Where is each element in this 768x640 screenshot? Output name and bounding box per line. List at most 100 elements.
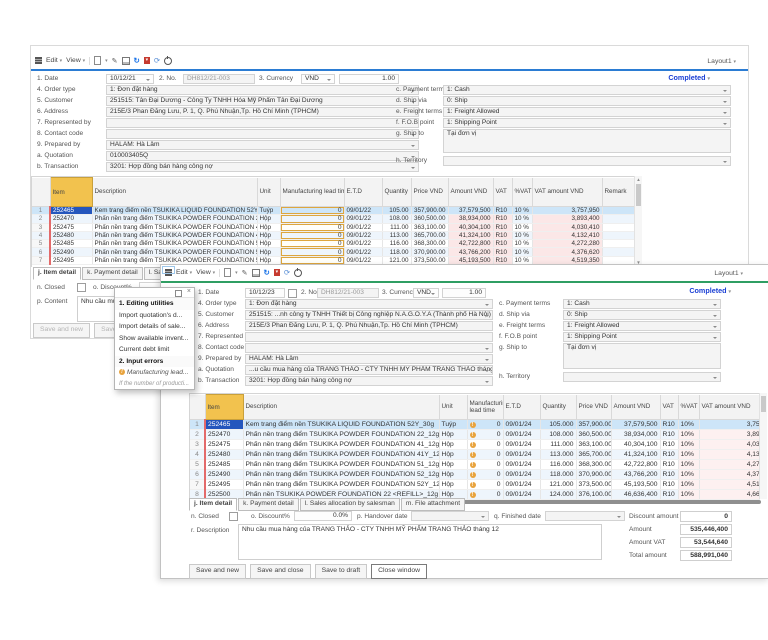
tab-j-item-detail[interactable]: j. Item detail bbox=[189, 498, 237, 511]
column-header[interactable]: Remark bbox=[602, 178, 635, 207]
grid-cell[interactable]: 09/01/22 bbox=[344, 223, 382, 231]
row-number-cell[interactable]: 6 bbox=[32, 248, 50, 256]
column-header[interactable]: Manufacturing lead time bbox=[467, 395, 503, 420]
grid-cell[interactable]: 4,272,280 bbox=[532, 240, 602, 248]
export-pdf-icon[interactable]: ▾ bbox=[274, 269, 280, 276]
view-menu[interactable]: View ▾ bbox=[66, 57, 85, 64]
grid-cell[interactable]: !0 bbox=[467, 430, 503, 440]
document-no-input[interactable]: DH812/21-003 bbox=[317, 288, 379, 298]
form-field-input[interactable]: 215E/3 Phan Đăng Lưu, P. 1, Q. Phú Nhuận… bbox=[245, 321, 493, 331]
grid-cell[interactable]: 252465 bbox=[50, 207, 92, 215]
edit-pencil-icon[interactable]: ✎ bbox=[112, 57, 118, 65]
export-pdf-icon[interactable]: ▾ bbox=[144, 57, 150, 64]
grid-cell[interactable] bbox=[602, 207, 635, 215]
row-number-cell[interactable]: 5 bbox=[190, 460, 205, 470]
new-document-caret[interactable]: ▾ bbox=[105, 58, 108, 64]
grid-cell[interactable]: Phấn nền trang điểm TSUKIKA POWDER FOUND… bbox=[92, 223, 257, 231]
grid-cell[interactable]: 09/01/22 bbox=[344, 248, 382, 256]
grid-cell[interactable]: 09/01/24 bbox=[503, 430, 540, 440]
close-window-button[interactable]: Close window bbox=[371, 564, 427, 579]
row-number-cell[interactable]: 7 bbox=[32, 256, 50, 264]
date-input[interactable]: 10/12/21 bbox=[106, 74, 154, 84]
grid-cell[interactable]: 09/01/24 bbox=[503, 470, 540, 480]
grid-cell[interactable]: Hộp bbox=[439, 460, 467, 470]
layout-selector[interactable]: Layout1 ▾ bbox=[714, 270, 743, 277]
column-header[interactable]: Quantity bbox=[540, 395, 576, 420]
column-header[interactable]: E.T.D bbox=[503, 395, 540, 420]
save-and-new-button[interactable]: Save and new bbox=[33, 323, 90, 338]
grid-cell[interactable]: Phấn nền trang điểm TSUKIKA POWDER FOUND… bbox=[92, 231, 257, 239]
save-icon[interactable] bbox=[252, 269, 260, 277]
grid-cell[interactable]: 3,893,400 bbox=[699, 430, 760, 440]
form-field-input[interactable]: 215E/3 Phan Đăng Lưu, P. 1, Q. Phú Nhuận… bbox=[106, 107, 419, 117]
status-badge[interactable]: Completed ▾ bbox=[689, 286, 731, 295]
grid-cell[interactable]: R10 bbox=[493, 240, 512, 248]
grid-cell[interactable]: !0 bbox=[467, 490, 503, 500]
grid-cell[interactable]: 365,700.00 bbox=[576, 450, 611, 460]
closed-checkbox[interactable] bbox=[77, 283, 86, 292]
grid-cell[interactable]: 360,500.00 bbox=[576, 430, 611, 440]
form-field-input[interactable]: 1: Freight Allowed bbox=[443, 107, 731, 117]
column-header[interactable]: E.T.D bbox=[344, 178, 382, 207]
grid-horizontal-scrollbar[interactable] bbox=[461, 500, 761, 504]
grid-cell[interactable]: 116.000 bbox=[540, 460, 576, 470]
grid-cell[interactable]: !0 bbox=[467, 480, 503, 490]
grid-cell[interactable]: 113.000 bbox=[540, 450, 576, 460]
grid-cell[interactable]: 252465 bbox=[205, 420, 243, 430]
column-header[interactable]: Price VND bbox=[411, 178, 448, 207]
row-number-cell[interactable]: 4 bbox=[190, 450, 205, 460]
handover-date-input[interactable] bbox=[411, 511, 489, 521]
grid-cell[interactable]: 10% bbox=[678, 430, 699, 440]
grid-cell[interactable] bbox=[602, 215, 635, 223]
grid-cell[interactable]: 09/01/24 bbox=[503, 440, 540, 450]
row-number-cell[interactable]: 7 bbox=[190, 480, 205, 490]
form-field-input[interactable]: Tại đơn vị bbox=[563, 343, 721, 369]
currency-select[interactable]: VND bbox=[413, 288, 439, 298]
grid-cell[interactable]: Hộp bbox=[257, 248, 280, 256]
row-number-header[interactable] bbox=[190, 395, 205, 420]
scroll-up-icon[interactable]: ▲ bbox=[635, 177, 642, 182]
discount-input[interactable]: 0.0% bbox=[294, 511, 352, 521]
form-field-input[interactable]: ...u cầu mua hàng của TRANG THẢO - CTY T… bbox=[245, 365, 493, 375]
grid-cell[interactable]: Phấn nền trang điểm TSUKIKA POWDER FOUND… bbox=[243, 450, 439, 460]
tab-m-file-attachment[interactable]: m. File attachment bbox=[401, 498, 465, 511]
grid-cell[interactable]: 10% bbox=[678, 490, 699, 500]
grid-cell[interactable]: 09/01/24 bbox=[503, 420, 540, 430]
view-menu[interactable]: View ▾ bbox=[196, 269, 215, 276]
grid-cell[interactable]: Phấn nền trang điểm TSUKIKA POWDER FOUND… bbox=[92, 240, 257, 248]
column-header[interactable]: Price VND bbox=[576, 395, 611, 420]
grid-cell[interactable]: 252495 bbox=[205, 480, 243, 490]
grid-cell[interactable]: 252480 bbox=[205, 450, 243, 460]
column-header[interactable]: VAT amount VND bbox=[532, 178, 602, 207]
grid-cell[interactable]: R10 bbox=[660, 490, 678, 500]
grid-cell[interactable]: Kem trang điểm nền TSUKIKA LIQUID FOUNDA… bbox=[92, 207, 257, 215]
grid-cell[interactable]: 252475 bbox=[205, 440, 243, 450]
column-header[interactable]: Unit bbox=[257, 178, 280, 207]
grid-cell[interactable]: 121.000 bbox=[540, 480, 576, 490]
grid-cell[interactable]: 38,934,000 bbox=[448, 215, 493, 223]
grid-cell[interactable]: 363,100.00 bbox=[576, 440, 611, 450]
grid-vertical-scrollbar[interactable] bbox=[759, 393, 767, 499]
grid-cell[interactable]: 108.000 bbox=[540, 430, 576, 440]
grid-cell[interactable]: 37,579,500 bbox=[448, 207, 493, 215]
menu-section-editing-utilities[interactable]: 1. Editing utilities bbox=[115, 298, 194, 310]
closed-checkbox[interactable] bbox=[229, 512, 238, 521]
grid-cell[interactable]: 38,934,000 bbox=[611, 430, 660, 440]
row-number-cell[interactable]: 6 bbox=[190, 470, 205, 480]
grid-cell[interactable] bbox=[602, 248, 635, 256]
grid-cell[interactable]: 3,757,950 bbox=[532, 207, 602, 215]
grid-cell[interactable]: 42,722,800 bbox=[448, 240, 493, 248]
refresh-icon[interactable]: ↻ bbox=[134, 56, 140, 65]
form-field-input[interactable]: 1: Đơn đặt hàng bbox=[106, 85, 419, 95]
document-no-input[interactable]: DH812/21-003 bbox=[183, 74, 255, 84]
grid-cell[interactable]: 365,700.00 bbox=[411, 231, 448, 239]
grid-vertical-scrollbar[interactable]: ▲ ▼ bbox=[634, 176, 642, 266]
layout-selector[interactable]: Layout1 ▾ bbox=[707, 58, 736, 65]
grid-cell[interactable]: 45,193,500 bbox=[611, 480, 660, 490]
grid-cell[interactable]: 41,324,100 bbox=[448, 231, 493, 239]
grid-cell[interactable]: 10% bbox=[678, 440, 699, 450]
grid-cell[interactable]: R10 bbox=[493, 223, 512, 231]
grid-cell[interactable]: 252480 bbox=[50, 231, 92, 239]
grid-cell[interactable]: 4,132,410 bbox=[532, 231, 602, 239]
edit-menu[interactable]: Edit ▾ bbox=[176, 269, 192, 276]
